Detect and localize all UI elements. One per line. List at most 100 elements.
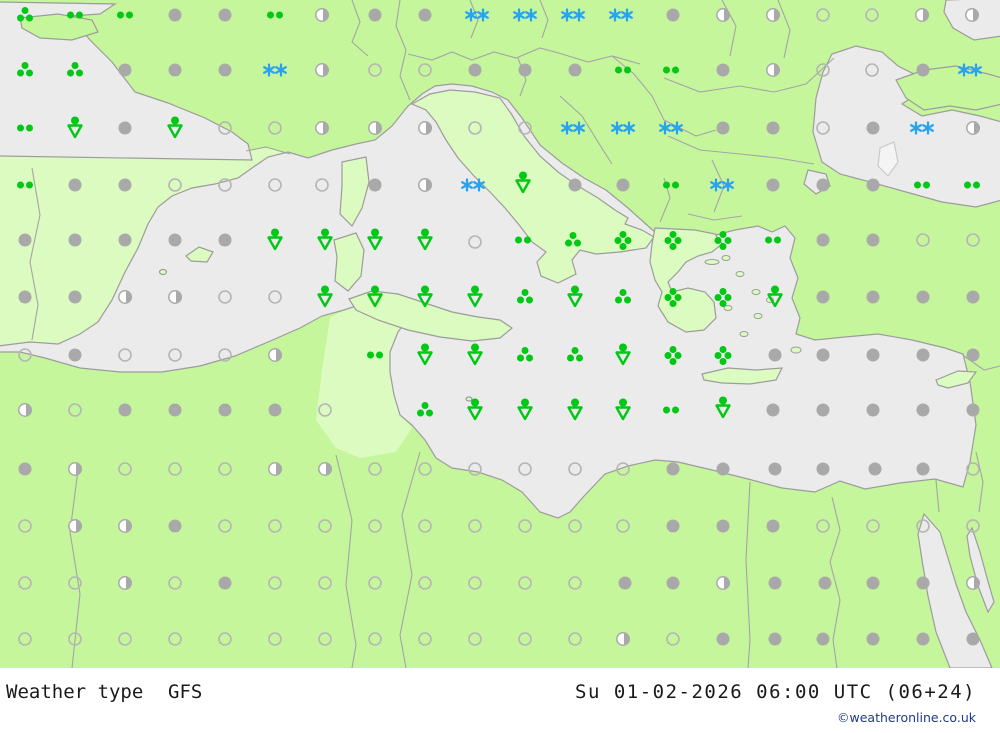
overcast-filled-circle-icon (118, 63, 132, 77)
half-cloud-circle-icon (766, 63, 780, 77)
overcast-filled-circle-icon (68, 233, 82, 247)
half-cloud-circle-icon (315, 8, 329, 22)
overcast-filled-circle-icon (916, 576, 930, 590)
overcast-filled-circle-icon (766, 519, 780, 533)
map-canvas (0, 0, 1000, 668)
overcast-filled-circle-icon (816, 233, 830, 247)
overcast-filled-circle-icon (568, 63, 582, 77)
half-cloud-circle-icon (418, 121, 432, 135)
overcast-filled-circle-icon (966, 348, 980, 362)
overcast-filled-circle-icon (268, 403, 282, 417)
overcast-filled-circle-icon (568, 178, 582, 192)
overcast-filled-circle-icon (218, 576, 232, 590)
overcast-filled-circle-icon (916, 632, 930, 646)
overcast-filled-circle-icon (218, 403, 232, 417)
overcast-filled-circle-icon (916, 462, 930, 476)
overcast-filled-circle-icon (168, 519, 182, 533)
half-cloud-circle-icon (268, 348, 282, 362)
overcast-filled-circle-icon (868, 462, 882, 476)
overcast-filled-circle-icon (716, 462, 730, 476)
overcast-filled-circle-icon (916, 290, 930, 304)
weather-map (0, 0, 1000, 668)
overcast-filled-circle-icon (168, 233, 182, 247)
overcast-filled-circle-icon (766, 403, 780, 417)
overcast-filled-circle-icon (468, 63, 482, 77)
half-cloud-circle-icon (616, 632, 630, 646)
overcast-filled-circle-icon (766, 178, 780, 192)
overcast-filled-circle-icon (768, 576, 782, 590)
overcast-filled-circle-icon (218, 233, 232, 247)
overcast-filled-circle-icon (816, 403, 830, 417)
half-cloud-circle-icon (318, 462, 332, 476)
half-cloud-circle-icon (966, 576, 980, 590)
overcast-filled-circle-icon (866, 576, 880, 590)
overcast-filled-circle-icon (866, 290, 880, 304)
overcast-filled-circle-icon (716, 63, 730, 77)
overcast-filled-circle-icon (18, 462, 32, 476)
overcast-filled-circle-icon (616, 178, 630, 192)
overcast-filled-circle-icon (768, 632, 782, 646)
weather-map-page: Weather type GFS Su 01-02-2026 06:00 UTC… (0, 0, 1000, 733)
overcast-filled-circle-icon (218, 8, 232, 22)
half-cloud-circle-icon (118, 519, 132, 533)
half-cloud-circle-icon (766, 8, 780, 22)
overcast-filled-circle-icon (418, 8, 432, 22)
overcast-filled-circle-icon (766, 121, 780, 135)
copyright-link[interactable]: ©weatheronline.co.uk (837, 710, 976, 725)
half-cloud-circle-icon (68, 462, 82, 476)
overcast-filled-circle-icon (118, 233, 132, 247)
half-cloud-circle-icon (18, 403, 32, 417)
overcast-filled-circle-icon (218, 63, 232, 77)
overcast-filled-circle-icon (816, 178, 830, 192)
overcast-filled-circle-icon (966, 290, 980, 304)
half-cloud-circle-icon (118, 290, 132, 304)
overcast-filled-circle-icon (68, 178, 82, 192)
overcast-filled-circle-icon (716, 121, 730, 135)
overcast-filled-circle-icon (18, 290, 32, 304)
overcast-filled-circle-icon (68, 348, 82, 362)
overcast-filled-circle-icon (916, 63, 930, 77)
half-cloud-circle-icon (966, 121, 980, 135)
land-ibiza (158, 268, 168, 276)
overcast-filled-circle-icon (816, 462, 830, 476)
half-cloud-circle-icon (716, 576, 730, 590)
overcast-filled-circle-icon (866, 348, 880, 362)
overcast-filled-circle-icon (816, 348, 830, 362)
overcast-filled-circle-icon (866, 121, 880, 135)
overcast-filled-circle-icon (68, 290, 82, 304)
overcast-filled-circle-icon (666, 519, 680, 533)
overcast-filled-circle-icon (118, 403, 132, 417)
overcast-filled-circle-icon (118, 121, 132, 135)
overcast-filled-circle-icon (118, 178, 132, 192)
overcast-filled-circle-icon (768, 348, 782, 362)
half-cloud-circle-icon (915, 8, 929, 22)
overcast-filled-circle-icon (866, 178, 880, 192)
overcast-filled-circle-icon (866, 233, 880, 247)
product-label: Weather type (6, 681, 144, 703)
overcast-filled-circle-icon (768, 462, 782, 476)
overcast-filled-circle-icon (368, 8, 382, 22)
overcast-filled-circle-icon (168, 63, 182, 77)
half-cloud-circle-icon (716, 8, 730, 22)
model-label: GFS (168, 681, 203, 703)
overcast-filled-circle-icon (518, 63, 532, 77)
overcast-filled-circle-icon (816, 290, 830, 304)
half-cloud-circle-icon (315, 63, 329, 77)
half-cloud-circle-icon (118, 576, 132, 590)
half-cloud-circle-icon (315, 121, 329, 135)
land-malta (465, 396, 473, 402)
half-cloud-circle-icon (418, 178, 432, 192)
overcast-filled-circle-icon (916, 348, 930, 362)
overcast-filled-circle-icon (666, 462, 680, 476)
timestamp-label: Su 01-02-2026 06:00 UTC (06+24) (575, 681, 977, 703)
overcast-filled-circle-icon (666, 8, 680, 22)
overcast-filled-circle-icon (618, 576, 632, 590)
overcast-filled-circle-icon (966, 403, 980, 417)
overcast-filled-circle-icon (716, 632, 730, 646)
overcast-filled-circle-icon (168, 403, 182, 417)
half-cloud-circle-icon (965, 8, 979, 22)
overcast-filled-circle-icon (818, 576, 832, 590)
overcast-filled-circle-icon (966, 632, 980, 646)
half-cloud-circle-icon (368, 121, 382, 135)
overcast-filled-circle-icon (716, 519, 730, 533)
